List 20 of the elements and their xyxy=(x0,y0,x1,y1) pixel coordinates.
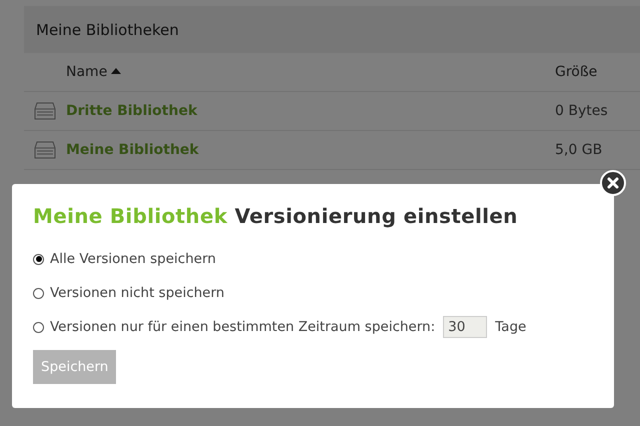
size-cell: 0 Bytes xyxy=(555,103,608,119)
dialog-title: Versionierung einstellen xyxy=(234,204,518,228)
option-label: Versionen nur für einen bestimmten Zeitraum speichern: xyxy=(50,319,436,335)
library-icon xyxy=(34,101,56,121)
column-header[interactable]: Größe xyxy=(555,64,598,80)
option-label: Versionen nicht speichern xyxy=(50,285,224,301)
panel-title: Meine Bibliotheken xyxy=(36,20,179,38)
size-cell: 5,0 GB xyxy=(555,142,602,158)
days-input[interactable]: 30 xyxy=(443,316,488,338)
option-label: Alle Versionen speichern xyxy=(50,251,216,267)
library-name: Meine Bibliothek xyxy=(33,204,228,228)
column-header[interactable]: Name xyxy=(66,64,108,80)
library-link[interactable]: Meine Bibliothek xyxy=(66,142,199,158)
close-icon[interactable] xyxy=(600,170,626,196)
radio-button[interactable] xyxy=(33,322,44,332)
radio-button[interactable] xyxy=(33,254,44,264)
library-icon xyxy=(34,140,56,160)
radio-button[interactable] xyxy=(33,288,44,298)
library-link[interactable]: Dritte Bibliothek xyxy=(66,103,198,119)
unit-label: Tage xyxy=(495,319,526,335)
